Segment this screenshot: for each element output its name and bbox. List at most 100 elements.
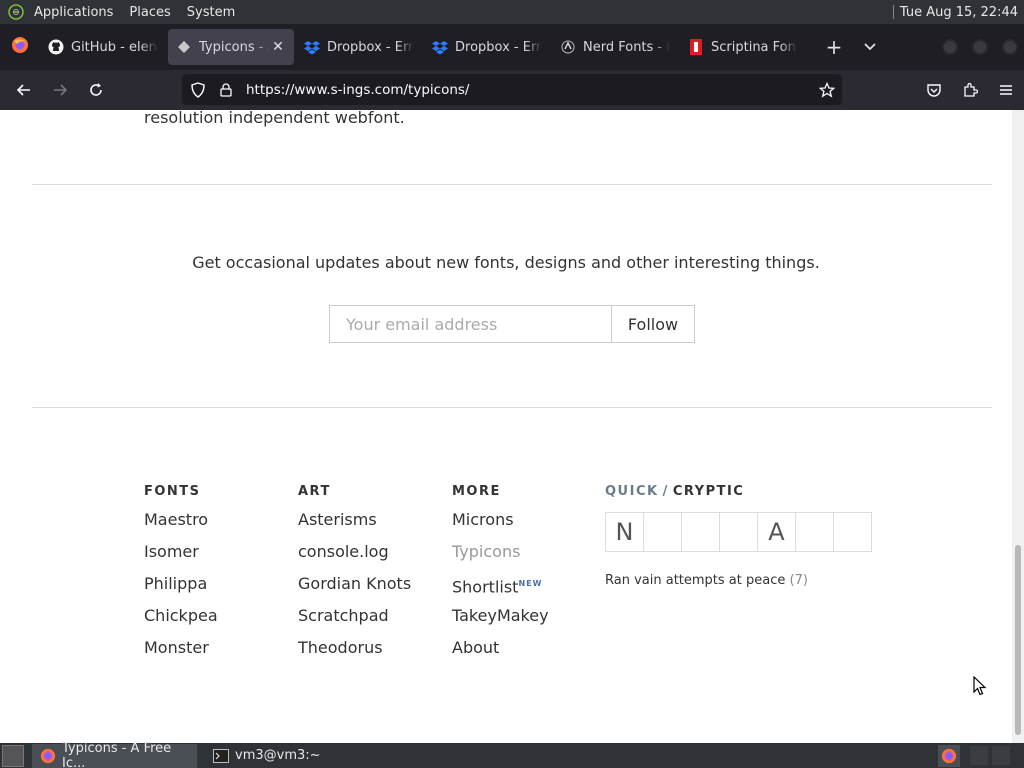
crossword-cell[interactable] (795, 512, 834, 552)
newsletter-signup-form: Follow (329, 305, 695, 343)
arrow-right-icon (54, 84, 68, 96)
puzzle-piece-icon (964, 82, 978, 97)
taskbar-item-terminal[interactable]: vm3@vm3:~ (205, 744, 329, 768)
reload-button[interactable] (78, 74, 114, 106)
divider (32, 184, 992, 185)
taskbar-item-firefox[interactable]: Typicons - A Free Ic... (32, 741, 197, 768)
close-tab-icon[interactable]: ✕ (270, 39, 286, 55)
tab-label: Typicons - A (199, 39, 270, 55)
link-asterisms[interactable]: Asterisms (298, 510, 411, 542)
follow-button[interactable]: Follow (611, 305, 695, 343)
crossword-cell[interactable] (681, 512, 720, 552)
menu-places[interactable]: Places (121, 5, 178, 20)
divider (32, 407, 992, 408)
link-shortlist-label: Shortlist (452, 577, 519, 597)
minimize-window-button[interactable] (942, 39, 958, 55)
column-heading-art: ART (298, 484, 331, 499)
link-scratchpad[interactable]: Scratchpad (298, 606, 411, 638)
tray-firefox-icon[interactable] (938, 745, 960, 767)
new-tab-button[interactable]: + (816, 29, 852, 65)
link-theodorus[interactable]: Theodorus (298, 638, 411, 670)
extensions-button[interactable] (952, 74, 988, 106)
link-isomer[interactable]: Isomer (144, 542, 218, 574)
link-maestro[interactable]: Maestro (144, 510, 218, 542)
url-text[interactable]: https://www.s-ings.com/typicons/ (246, 82, 812, 98)
workspace-switcher-1[interactable] (970, 746, 988, 765)
clue-letter-count: (7) (789, 573, 808, 588)
terminal-icon (213, 748, 229, 764)
crossword-cell[interactable] (643, 512, 682, 552)
mouse-pointer-icon (973, 675, 987, 700)
lock-icon[interactable] (214, 78, 238, 102)
crossword-widget: QUICK / CRYPTIC N A Ran vain attempts at p… (605, 484, 872, 588)
tab-dropbox-1[interactable]: Dropbox - Erro (296, 29, 422, 65)
show-desktop-button[interactable] (2, 744, 24, 767)
hamburger-menu-icon (1000, 85, 1012, 95)
tab-scriptina[interactable]: Scriptina Font (680, 29, 806, 65)
url-bar[interactable]: https://www.s-ings.com/typicons/ (182, 74, 842, 105)
crossword-cell[interactable]: N (605, 512, 644, 552)
maximize-window-button[interactable] (972, 39, 988, 55)
toolbar-right (916, 74, 1024, 106)
email-input[interactable] (329, 305, 611, 343)
clock[interactable]: Tue Aug 15, 22:44 (900, 5, 1024, 20)
list-all-tabs-button[interactable] (852, 29, 888, 65)
firefox-view-button[interactable] (0, 24, 40, 70)
app-menu-button[interactable] (988, 74, 1024, 106)
link-console-log[interactable]: console.log (298, 542, 411, 574)
nerdfonts-icon (560, 39, 576, 55)
new-badge: NEW (518, 579, 543, 588)
navigation-toolbar: https://www.s-ings.com/typicons/ (0, 70, 1024, 110)
tab-dropbox-2[interactable]: Dropbox - Erro (424, 29, 550, 65)
crossword-clue: Ran vain attempts at peace (7) (605, 573, 871, 588)
crossword-grid: N A (605, 512, 872, 552)
link-microns[interactable]: Microns (452, 510, 549, 542)
scrollbar-thumb[interactable] (1015, 545, 1021, 735)
page-scrollbar[interactable] (1012, 110, 1024, 743)
chevron-down-icon (864, 43, 876, 51)
panel-separator (892, 5, 894, 19)
link-gordian-knots[interactable]: Gordian Knots (298, 574, 411, 606)
top-panel: Applications Places System Tue Aug 15, 2… (0, 0, 1024, 24)
crossword-mode-cryptic[interactable]: CRYPTIC (673, 484, 745, 499)
dropbox-icon (304, 39, 320, 55)
link-philippa[interactable]: Philippa (144, 574, 218, 606)
bookmark-star-icon[interactable] (812, 81, 842, 98)
tab-bar: GitHub - elena Typicons - A ✕ Dropbox - … (0, 24, 1024, 70)
typicons-icon (176, 39, 192, 55)
tab-typicons[interactable]: Typicons - A ✕ (168, 29, 294, 65)
tab-github[interactable]: GitHub - elena (40, 29, 166, 65)
plus-icon: + (825, 35, 843, 59)
link-typicons-current[interactable]: Typicons (452, 542, 549, 574)
column-heading-more: MORE (452, 484, 501, 499)
firefox-icon (11, 36, 29, 58)
back-button[interactable] (6, 74, 42, 106)
tab-nerdfonts[interactable]: Nerd Fonts - I (552, 29, 678, 65)
menu-system[interactable]: System (179, 5, 243, 20)
workspace-switcher-2[interactable] (992, 746, 1010, 765)
tab-label: Dropbox - Erro (327, 39, 414, 55)
link-shortlist[interactable]: ShortlistNEW (452, 574, 549, 606)
newsletter-text: Get occasional updates about new fonts, … (192, 253, 820, 272)
bottom-panel: Typicons - A Free Ic... vm3@vm3:~ (0, 741, 1024, 768)
close-window-button[interactable] (1002, 39, 1018, 55)
crossword-title-slash: / (662, 484, 669, 499)
crossword-mode-quick[interactable]: QUICK (605, 484, 659, 499)
link-monster[interactable]: Monster (144, 638, 218, 670)
distro-logo-icon[interactable] (6, 2, 26, 22)
dropbox-icon (432, 39, 448, 55)
link-about[interactable]: About (452, 638, 549, 670)
taskbar-item-label: vm3@vm3:~ (235, 748, 321, 763)
crossword-cell[interactable] (719, 512, 758, 552)
crossword-cell[interactable] (833, 512, 872, 552)
menu-applications[interactable]: Applications (26, 5, 121, 20)
forward-button[interactable] (42, 74, 78, 106)
pocket-button[interactable] (916, 74, 952, 106)
crossword-cell[interactable]: A (757, 512, 796, 552)
tracking-protection-shield-icon[interactable] (186, 78, 210, 102)
footer-column-fonts: FONTS Maestro Isomer Philippa Chickpea M… (144, 484, 218, 670)
tab-label: Scriptina Font (711, 39, 798, 55)
link-chickpea[interactable]: Chickpea (144, 606, 218, 638)
column-heading-fonts: FONTS (144, 484, 201, 499)
link-takeymakey[interactable]: TakeyMakey (452, 606, 549, 638)
